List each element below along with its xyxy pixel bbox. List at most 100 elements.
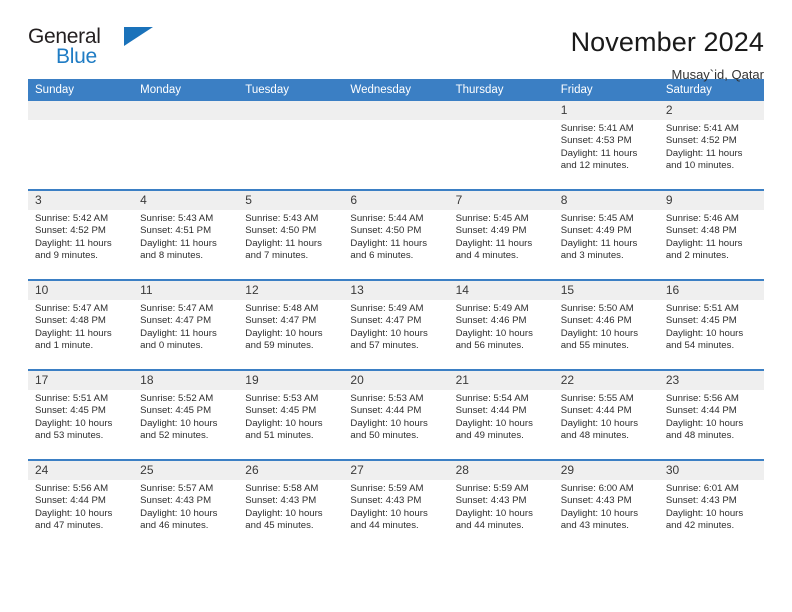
day-cell-content: 10 Sunrise: 5:47 AM Sunset: 4:48 PM Dayligh… [28, 281, 134, 369]
calendar-day-cell[interactable]: 23 Sunrise: 5:56 AM Sunset: 4:44 PM Dayligh… [658, 369, 764, 460]
day-number: 21 [448, 371, 554, 390]
sunset-text: Sunset: 4:45 PM [140, 405, 212, 417]
sunrise-text: Sunrise: 5:47 AM [35, 303, 109, 314]
calendar-day-cell[interactable]: 5 Sunrise: 5:43 AM Sunset: 4:50 PM Daylight… [238, 189, 344, 280]
daylight-text: Daylight: 10 hours and 47 minutes. [35, 507, 113, 532]
calendar-day-cell[interactable]: 2 Sunrise: 5:41 AM Sunset: 4:52 PM Daylight… [658, 101, 764, 190]
day-number: 18 [133, 371, 239, 390]
sunrise-text: Sunrise: 5:57 AM [140, 483, 214, 494]
calendar-day-cell[interactable]: 4 Sunrise: 5:43 AM Sunset: 4:51 PM Daylight… [133, 189, 239, 280]
sunrise-text: Sunrise: 5:42 AM [35, 213, 109, 224]
calendar-day-cell[interactable]: 3 Sunrise: 5:42 AM Sunset: 4:52 PM Daylight… [28, 189, 134, 280]
calendar-day-cell[interactable]: 17 Sunrise: 5:51 AM Sunset: 4:45 PM Dayligh… [28, 369, 134, 460]
calendar-day-cell[interactable] [28, 101, 134, 190]
calendar-day-cell[interactable]: 14 Sunrise: 5:49 AM Sunset: 4:46 PM Dayligh… [448, 279, 554, 370]
calendar-day-cell[interactable]: 16 Sunrise: 5:51 AM Sunset: 4:45 PM Dayligh… [658, 279, 764, 370]
day-cell-content: 16 Sunrise: 5:51 AM Sunset: 4:45 PM Dayligh… [658, 281, 764, 369]
sunrise-text: Sunrise: 5:59 AM [455, 483, 529, 494]
calendar-day-cell[interactable]: 10 Sunrise: 5:47 AM Sunset: 4:48 PM Dayligh… [28, 279, 134, 370]
calendar-day-cell[interactable]: 26 Sunrise: 5:58 AM Sunset: 4:43 PM Dayligh… [238, 459, 344, 549]
day-sun-info: Sunrise: 5:53 AM Sunset: 4:44 PM Daylight:… [343, 390, 448, 443]
sunset-text: Sunset: 4:45 PM [35, 405, 106, 417]
general-blue-logo[interactable]: General Blue [28, 26, 158, 72]
sunrise-text: Sunrise: 5:52 AM [140, 393, 214, 404]
day-cell-content: 4 Sunrise: 5:43 AM Sunset: 4:51 PM Daylight… [133, 191, 239, 279]
calendar-day-cell[interactable]: 24 Sunrise: 5:56 AM Sunset: 4:44 PM Dayligh… [28, 459, 134, 549]
daylight-text: Daylight: 10 hours and 46 minutes. [140, 507, 218, 532]
page-title: November 2024 [570, 27, 764, 57]
daylight-text: Daylight: 11 hours and 10 minutes. [665, 147, 743, 172]
weekday-header-friday: Friday [553, 79, 659, 101]
day-cell-content: 12 Sunrise: 5:48 AM Sunset: 4:47 PM Dayligh… [238, 281, 344, 369]
day-cell-content: 28 Sunrise: 5:59 AM Sunset: 4:43 PM Dayligh… [448, 461, 554, 549]
calendar-day-cell[interactable]: 6 Sunrise: 5:44 AM Sunset: 4:50 PM Daylight… [343, 189, 449, 280]
sunset-text: Sunset: 4:53 PM [560, 135, 632, 147]
day-cell-content: 15 Sunrise: 5:50 AM Sunset: 4:46 PM Dayligh… [553, 281, 659, 369]
day-number: 22 [553, 371, 659, 390]
calendar-day-cell[interactable]: 28 Sunrise: 5:59 AM Sunset: 4:43 PM Dayligh… [448, 459, 554, 549]
calendar-day-cell[interactable]: 21 Sunrise: 5:54 AM Sunset: 4:44 PM Dayligh… [448, 369, 554, 460]
sunset-text: Sunset: 4:46 PM [560, 315, 632, 327]
day-cell-content: 7 Sunrise: 5:45 AM Sunset: 4:49 PM Daylight… [448, 191, 554, 279]
calendar-day-cell[interactable] [448, 101, 554, 190]
daylight-text: Daylight: 10 hours and 55 minutes. [560, 327, 639, 352]
sunset-text: Sunset: 4:43 PM [140, 495, 212, 507]
calendar-day-cell[interactable]: 25 Sunrise: 5:57 AM Sunset: 4:43 PM Dayligh… [133, 459, 239, 549]
calendar-day-cell[interactable] [133, 101, 239, 190]
calendar-day-cell[interactable]: 27 Sunrise: 5:59 AM Sunset: 4:43 PM Dayligh… [343, 459, 449, 549]
daylight-text: Daylight: 11 hours and 2 minutes. [665, 237, 743, 262]
day-sun-info: Sunrise: 5:44 AM Sunset: 4:50 PM Daylight:… [343, 210, 448, 263]
calendar-day-cell[interactable]: 30 Sunrise: 6:01 AM Sunset: 4:43 PM Dayligh… [658, 459, 764, 549]
day-cell-content: 2 Sunrise: 5:41 AM Sunset: 4:52 PM Daylight… [658, 101, 764, 189]
day-number: 19 [238, 371, 344, 390]
day-number: 11 [133, 281, 239, 300]
sunrise-text: Sunrise: 5:47 AM [140, 303, 214, 314]
day-sun-info: Sunrise: 5:47 AM Sunset: 4:47 PM Daylight:… [133, 300, 238, 353]
day-cell-content [28, 101, 134, 189]
day-cell-content: 19 Sunrise: 5:53 AM Sunset: 4:45 PM Dayligh… [238, 371, 344, 459]
day-sun-info: Sunrise: 6:01 AM Sunset: 4:43 PM Daylight:… [659, 480, 764, 533]
sunset-text: Sunset: 4:43 PM [455, 495, 527, 507]
calendar-day-cell[interactable]: 9 Sunrise: 5:46 AM Sunset: 4:48 PM Daylight… [658, 189, 764, 280]
daylight-text: Daylight: 10 hours and 50 minutes. [350, 417, 428, 442]
sunset-text: Sunset: 4:44 PM [455, 405, 527, 417]
day-number: 27 [343, 461, 449, 480]
calendar-day-cell[interactable] [343, 101, 449, 190]
calendar-day-cell[interactable]: 15 Sunrise: 5:50 AM Sunset: 4:46 PM Dayligh… [553, 279, 659, 370]
calendar-day-cell[interactable]: 1 Sunrise: 5:41 AM Sunset: 4:53 PM Daylight… [553, 101, 659, 190]
sunset-text: Sunset: 4:44 PM [560, 405, 632, 417]
sunset-text: Sunset: 4:45 PM [665, 315, 737, 327]
sunset-text: Sunset: 4:50 PM [245, 225, 317, 237]
sunset-text: Sunset: 4:48 PM [665, 225, 737, 237]
daylight-text: Daylight: 10 hours and 44 minutes. [455, 507, 533, 532]
calendar-day-cell[interactable]: 7 Sunrise: 5:45 AM Sunset: 4:49 PM Daylight… [448, 189, 554, 280]
calendar-day-cell[interactable]: 22 Sunrise: 5:55 AM Sunset: 4:44 PM Dayligh… [553, 369, 659, 460]
calendar-day-cell[interactable]: 18 Sunrise: 5:52 AM Sunset: 4:45 PM Dayligh… [133, 369, 239, 460]
calendar-day-cell[interactable]: 19 Sunrise: 5:53 AM Sunset: 4:45 PM Dayligh… [238, 369, 344, 460]
calendar-day-cell[interactable] [238, 101, 344, 190]
calendar-day-cell[interactable]: 29 Sunrise: 6:00 AM Sunset: 4:43 PM Dayligh… [553, 459, 659, 549]
calendar-day-cell[interactable]: 8 Sunrise: 5:45 AM Sunset: 4:49 PM Daylight… [553, 189, 659, 280]
weekday-header-tuesday: Tuesday [238, 79, 344, 101]
calendar-day-cell[interactable]: 12 Sunrise: 5:48 AM Sunset: 4:47 PM Dayligh… [238, 279, 344, 370]
sunset-text: Sunset: 4:47 PM [140, 315, 212, 327]
daylight-text: Daylight: 11 hours and 1 minute. [35, 327, 112, 352]
day-cell-content: 24 Sunrise: 5:56 AM Sunset: 4:44 PM Dayligh… [28, 461, 134, 549]
sunset-text: Sunset: 4:44 PM [35, 495, 106, 507]
brand-triangle-icon [124, 27, 153, 46]
calendar-day-cell[interactable]: 11 Sunrise: 5:47 AM Sunset: 4:47 PM Dayligh… [133, 279, 239, 370]
sunset-text: Sunset: 4:43 PM [560, 495, 632, 507]
sunrise-text: Sunrise: 5:58 AM [245, 483, 319, 494]
sunset-text: Sunset: 4:48 PM [35, 315, 106, 327]
calendar-day-cell[interactable]: 20 Sunrise: 5:53 AM Sunset: 4:44 PM Dayligh… [343, 369, 449, 460]
weekday-header-thursday: Thursday [448, 79, 554, 101]
day-sun-info: Sunrise: 5:53 AM Sunset: 4:45 PM Daylight:… [238, 390, 343, 443]
day-cell-content: 9 Sunrise: 5:46 AM Sunset: 4:48 PM Daylight… [658, 191, 764, 279]
weekday-header-row: Sunday Monday Tuesday Wednesday Thursday… [28, 79, 764, 101]
daylight-text: Daylight: 10 hours and 52 minutes. [140, 417, 218, 442]
day-number: 30 [658, 461, 764, 480]
day-sun-info: Sunrise: 5:57 AM Sunset: 4:43 PM Daylight:… [133, 480, 238, 533]
day-number: 4 [133, 191, 239, 210]
calendar-day-cell[interactable]: 13 Sunrise: 5:49 AM Sunset: 4:47 PM Dayligh… [343, 279, 449, 370]
day-sun-info: Sunrise: 5:50 AM Sunset: 4:46 PM Daylight:… [554, 300, 659, 353]
